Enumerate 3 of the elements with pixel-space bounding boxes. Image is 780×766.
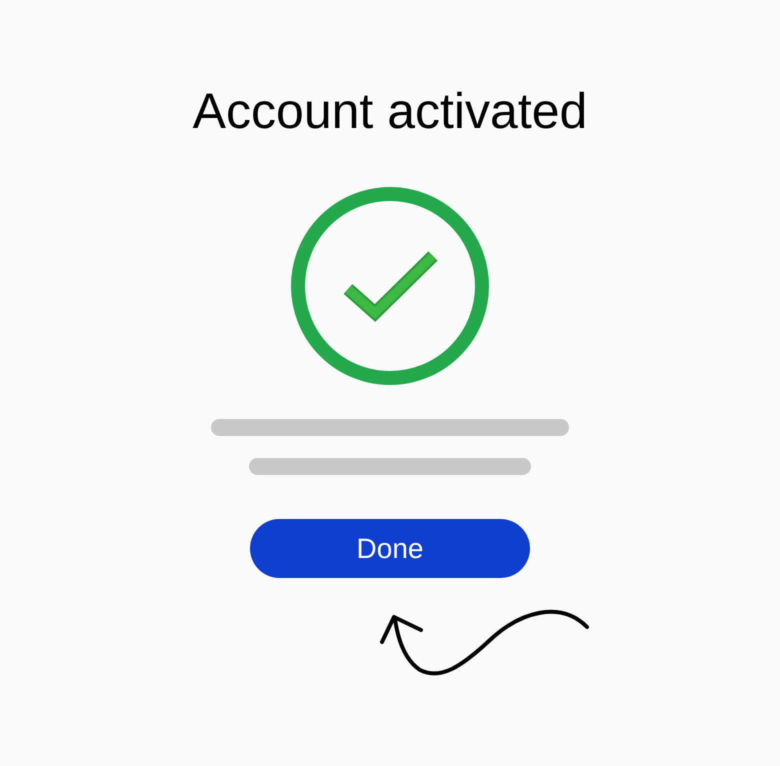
success-icon [290,186,490,386]
done-button[interactable]: Done [250,519,530,578]
page-title: Account activated [192,82,588,140]
